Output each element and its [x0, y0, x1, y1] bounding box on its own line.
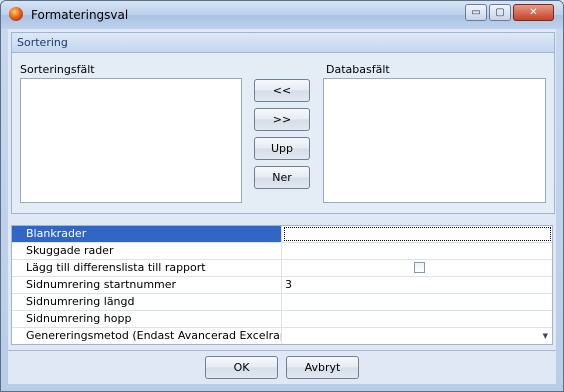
- move-right-button[interactable]: >>: [254, 108, 310, 131]
- dialog-window: Formateringsval ▭ ▢ ✕ Sortering Sorterin…: [0, 0, 564, 392]
- db-fields-list[interactable]: [323, 78, 546, 203]
- property-value-field[interactable]: [283, 243, 552, 259]
- sorting-group-header: Sortering: [12, 33, 554, 53]
- property-value-dropdown[interactable]: ▼: [283, 328, 552, 344]
- sort-fields-label: Sorteringsfält: [20, 63, 95, 76]
- property-name: Sidnumrering längd: [12, 294, 282, 310]
- property-row-generation-method[interactable]: Genereringsmetod (Endast Avancerad Excel…: [12, 328, 552, 345]
- sort-fields-list[interactable]: [20, 78, 242, 203]
- checkbox-icon[interactable]: [414, 262, 425, 273]
- minimize-button[interactable]: ▭: [465, 4, 487, 21]
- sorting-group: Sortering Sorteringsfält Databasfält << …: [11, 32, 555, 214]
- property-value-field[interactable]: [283, 311, 552, 327]
- property-value-field[interactable]: [283, 294, 552, 310]
- property-value-field[interactable]: [283, 226, 552, 242]
- property-row-diff-list[interactable]: Lägg till differenslista till rapport: [12, 260, 552, 277]
- sorting-group-title: Sortering: [17, 36, 68, 49]
- move-up-button[interactable]: Upp: [254, 137, 310, 160]
- property-value-field[interactable]: 3: [283, 277, 552, 293]
- property-value-field[interactable]: [283, 260, 552, 276]
- cancel-button[interactable]: Avbryt: [286, 356, 359, 379]
- property-grid: Blankrader Skuggade rader Lägg till diff…: [11, 225, 553, 345]
- property-name: Blankrader: [12, 226, 282, 242]
- property-row-page-start[interactable]: Sidnumrering startnummer 3: [12, 277, 552, 294]
- property-name: Sidnumrering hopp: [12, 311, 282, 327]
- maximize-button[interactable]: ▢: [489, 4, 511, 21]
- app-icon: [9, 7, 23, 21]
- property-row-page-length[interactable]: Sidnumrering längd: [12, 294, 552, 311]
- db-fields-label: Databasfält: [326, 63, 390, 76]
- move-down-button[interactable]: Ner: [254, 166, 310, 189]
- property-name: Skuggade rader: [12, 243, 282, 259]
- window-title: Formateringsval: [31, 8, 129, 22]
- close-button[interactable]: ✕: [513, 4, 554, 21]
- property-name: Lägg till differenslista till rapport: [12, 260, 282, 276]
- ok-button[interactable]: OK: [205, 356, 278, 379]
- title-bar[interactable]: Formateringsval ▭ ▢ ✕: [1, 1, 563, 29]
- property-name: Sidnumrering startnummer: [12, 277, 282, 293]
- property-row-page-step[interactable]: Sidnumrering hopp: [12, 311, 552, 328]
- property-row-shaded-rows[interactable]: Skuggade rader: [12, 243, 552, 260]
- move-left-button[interactable]: <<: [254, 79, 310, 102]
- dropdown-arrow-icon[interactable]: ▼: [543, 328, 548, 344]
- property-row-blank-rows[interactable]: Blankrader: [12, 226, 552, 243]
- dialog-client-area: Sortering Sorteringsfält Databasfält << …: [8, 29, 556, 384]
- footer-separator: [8, 350, 556, 351]
- property-name: Genereringsmetod (Endast Avancerad Excel…: [12, 328, 282, 344]
